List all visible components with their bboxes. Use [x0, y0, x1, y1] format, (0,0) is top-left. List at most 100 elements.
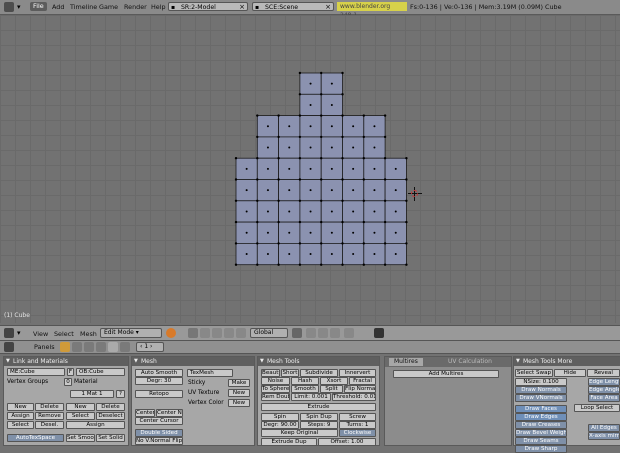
mesh-vertex[interactable] [298, 199, 302, 202]
pivot-icon[interactable] [188, 328, 198, 338]
hash-button[interactable]: Hash [291, 377, 319, 385]
mesh-vertex[interactable] [405, 157, 408, 160]
hide-button[interactable]: Hide [554, 369, 586, 377]
mesh-vertex[interactable] [383, 114, 387, 117]
xsort-button[interactable]: Xsort [320, 377, 348, 385]
select-swap-button[interactable]: Select Swap [515, 369, 553, 377]
flip-normals-button[interactable]: Flip Normals [344, 385, 376, 393]
object-name-field[interactable]: OB:Cube [76, 368, 125, 376]
face-select-icon[interactable] [330, 328, 340, 338]
mesh-vertex[interactable] [320, 220, 323, 224]
vertex-color-new-button[interactable]: New [228, 399, 250, 407]
mesh-vertex[interactable] [341, 242, 344, 245]
texmesh-field[interactable]: TexMesh [187, 369, 233, 377]
tab-uv-calculation[interactable]: UV Calculation [443, 358, 497, 366]
mesh-vertex[interactable] [320, 263, 323, 266]
noise-button[interactable]: Noise [261, 377, 290, 385]
mode-dropdown[interactable]: Edit Mode ▾ [100, 328, 162, 338]
draw-normals-toggle[interactable]: Draw Normals [515, 386, 567, 394]
mesh-vertex[interactable] [234, 157, 238, 160]
mesh-vertex[interactable] [298, 114, 302, 117]
blender-url[interactable]: www.blender.org 248.1 [337, 2, 407, 19]
render-icon[interactable] [374, 328, 384, 338]
set-smooth-button[interactable]: Set Smooth [66, 434, 95, 442]
mesh-vertex[interactable] [256, 220, 259, 224]
orientation-dropdown[interactable]: Global [250, 328, 288, 338]
auto-smooth-toggle[interactable]: Auto Smooth [135, 369, 183, 377]
mesh-vertex[interactable] [362, 263, 365, 266]
retopo-toggle[interactable]: Retopo [135, 390, 183, 398]
center-button[interactable]: Center [135, 409, 155, 417]
threshold-field[interactable]: Threshold: 0.010 [332, 393, 376, 401]
edge-select-icon[interactable] [318, 328, 328, 338]
set-solid-button[interactable]: Set Solid [96, 434, 125, 442]
panel-title[interactable]: Mesh [132, 357, 254, 366]
keep-original-toggle[interactable]: Keep Original [261, 429, 338, 437]
mesh-vertex[interactable] [362, 242, 365, 245]
mesh-vertex[interactable] [341, 178, 344, 181]
select-menu[interactable]: Select [54, 330, 74, 338]
mesh-vertex[interactable] [383, 242, 387, 245]
draw-edges-toggle[interactable]: Draw Edges [515, 413, 567, 421]
steps-field[interactable]: Steps: 9 [300, 421, 338, 429]
material-assign-button[interactable]: Assign [66, 421, 125, 429]
mesh-vertex[interactable] [341, 71, 344, 75]
clockwise-toggle[interactable]: Clockwise [339, 429, 376, 437]
mesh-vertex[interactable] [320, 114, 323, 117]
draw-faces-toggle[interactable]: Draw Faces [515, 405, 567, 413]
mesh-vertex[interactable] [405, 242, 408, 245]
mesh-vertex[interactable] [383, 220, 387, 224]
rem-double-button[interactable]: Rem Double [261, 393, 290, 401]
window-type-icon[interactable] [4, 2, 14, 12]
close-screen-icon[interactable]: × [239, 3, 245, 12]
extrude-button[interactable]: Extrude [261, 403, 376, 411]
reveal-button[interactable]: Reveal [587, 369, 620, 377]
render-menu[interactable]: Render [124, 3, 147, 11]
scene-field[interactable]: ▪ SCE:Scene × [252, 2, 334, 11]
mesh-name-field[interactable]: ME:Cube [7, 368, 65, 376]
mesh-vertex[interactable] [341, 135, 344, 139]
mesh-vertex[interactable] [277, 220, 280, 224]
mesh-vertex[interactable] [341, 93, 344, 96]
collapse-menu-icon[interactable]: ▾ [17, 3, 21, 11]
xaxis-mirror-toggle[interactable]: X-axis mirror [588, 432, 620, 440]
mesh-vertex[interactable] [298, 242, 302, 245]
mesh-vertex[interactable] [405, 263, 408, 266]
to-sphere-button[interactable]: To Sphere [261, 385, 290, 393]
limit-field[interactable]: Limit: 0.001 [291, 393, 331, 401]
loop-select-button[interactable]: Loop Select [574, 404, 620, 412]
timeline-menu[interactable]: Timeline [70, 3, 97, 11]
double-sided-toggle[interactable]: Double Sided [135, 429, 183, 437]
mesh-vertex[interactable] [383, 199, 387, 202]
extrude-dup-button[interactable]: Extrude Dup [261, 438, 317, 446]
material-index-stepper[interactable]: 1 Mat 1 [70, 390, 114, 398]
mesh-vertex[interactable] [383, 178, 387, 181]
file-menu[interactable]: File [30, 2, 47, 11]
mesh-vertex[interactable] [341, 220, 344, 224]
split-button[interactable]: Split [320, 385, 343, 393]
mesh-vertex[interactable] [277, 199, 280, 202]
mesh-vertex[interactable] [234, 220, 238, 224]
nsize-field[interactable]: NSize: 0.100 [515, 378, 567, 386]
manipulator-icon[interactable] [200, 328, 210, 338]
mesh-vertex[interactable] [362, 157, 365, 160]
mesh-vertex[interactable] [341, 263, 344, 266]
rotate-icon[interactable] [224, 328, 234, 338]
scene-context-icon[interactable] [120, 342, 130, 352]
page-stepper[interactable]: ‹ 1 › [136, 342, 164, 352]
material-help-button[interactable]: ? [116, 390, 125, 398]
mesh-vertex[interactable] [362, 114, 365, 117]
translate-icon[interactable] [212, 328, 222, 338]
mesh-vertex[interactable] [256, 242, 259, 245]
mesh-vertex[interactable] [320, 242, 323, 245]
subdivide-button[interactable]: Subdivide [300, 369, 338, 377]
draw-seams-toggle[interactable]: Draw Seams [515, 437, 567, 445]
mesh-menu[interactable]: Mesh [80, 330, 97, 338]
mesh-vertex[interactable] [234, 199, 238, 202]
add-menu[interactable]: Add [52, 3, 64, 11]
innervert-button[interactable]: Innervert [339, 369, 376, 377]
no-vnormal-flip-toggle[interactable]: No V.Normal Flip [135, 437, 183, 445]
smooth-button[interactable]: Smooth [291, 385, 319, 393]
mesh-vertex[interactable] [256, 157, 259, 160]
mesh-vertex[interactable] [341, 157, 344, 160]
